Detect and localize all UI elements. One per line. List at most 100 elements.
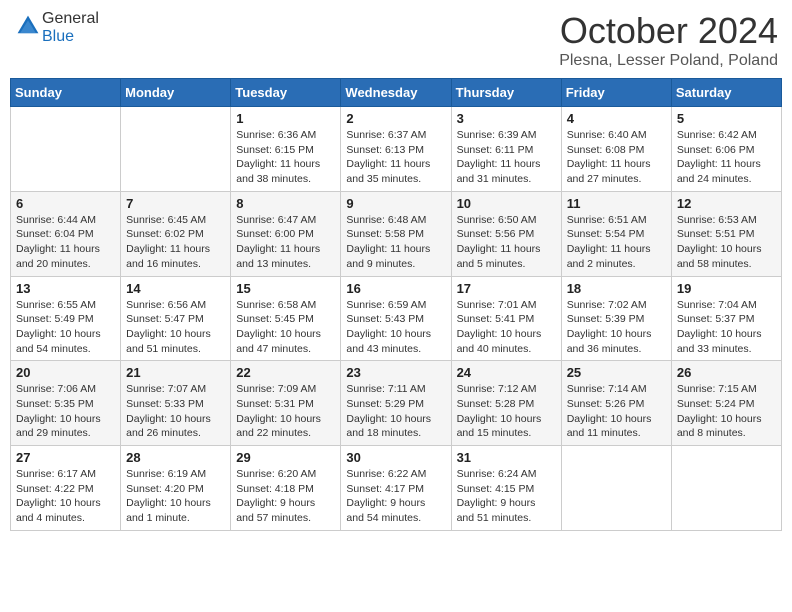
calendar-week-row: 27 Sunrise: 6:17 AMSunset: 4:22 PMDayligh… bbox=[11, 446, 782, 531]
calendar-cell: 14Sunrise: 6:56 AMSunset: 5:47 PMDayligh… bbox=[121, 276, 231, 361]
day-number: 20 bbox=[16, 365, 115, 380]
calendar-week-row: 20 Sunrise: 7:06 AMSunset: 5:35 PMDayligh… bbox=[11, 361, 782, 446]
calendar-cell: 31 Sunrise: 6:24 AMSunset: 4:15 PMDayligh… bbox=[451, 446, 561, 531]
day-info: Sunrise: 7:09 AMSunset: 5:31 PMDaylight:… bbox=[236, 382, 335, 441]
day-of-week-header: Friday bbox=[561, 79, 671, 107]
calendar-cell: 26 Sunrise: 7:15 AMSunset: 5:24 PMDayligh… bbox=[671, 361, 781, 446]
day-of-week-header: Wednesday bbox=[341, 79, 451, 107]
day-info: Sunrise: 7:06 AMSunset: 5:35 PMDaylight:… bbox=[16, 382, 115, 441]
calendar-cell: 2 Sunrise: 6:37 AMSunset: 6:13 PMDaylight… bbox=[341, 107, 451, 192]
day-number: 27 bbox=[16, 450, 115, 465]
calendar-cell: 4 Sunrise: 6:40 AMSunset: 6:08 PMDaylight… bbox=[561, 107, 671, 192]
calendar-cell: 28Sunrise: 6:19 AMSunset: 4:20 PMDayligh… bbox=[121, 446, 231, 531]
day-number: 14 bbox=[126, 281, 225, 296]
day-info: Sunrise: 6:39 AMSunset: 6:11 PMDaylight:… bbox=[457, 128, 556, 187]
calendar-cell: 13 Sunrise: 6:55 AMSunset: 5:49 PMDayligh… bbox=[11, 276, 121, 361]
day-info: Sunrise: 7:01 AMSunset: 5:41 PMDaylight:… bbox=[457, 298, 556, 357]
calendar-cell: 11 Sunrise: 6:51 AMSunset: 5:54 PMDayligh… bbox=[561, 191, 671, 276]
day-info: Sunrise: 7:04 AMSunset: 5:37 PMDaylight:… bbox=[677, 298, 776, 357]
day-number: 5 bbox=[677, 111, 776, 126]
logo: General Blue bbox=[14, 10, 99, 46]
calendar-cell: 25 Sunrise: 7:14 AMSunset: 5:26 PMDayligh… bbox=[561, 361, 671, 446]
calendar-cell: 20 Sunrise: 7:06 AMSunset: 5:35 PMDayligh… bbox=[11, 361, 121, 446]
day-info: Sunrise: 7:15 AMSunset: 5:24 PMDaylight:… bbox=[677, 382, 776, 441]
day-number: 13 bbox=[16, 281, 115, 296]
day-info: Sunrise: 7:12 AMSunset: 5:28 PMDaylight:… bbox=[457, 382, 556, 441]
day-number: 31 bbox=[457, 450, 556, 465]
day-info: Sunrise: 6:40 AMSunset: 6:08 PMDaylight:… bbox=[567, 128, 666, 187]
day-info: Sunrise: 6:37 AMSunset: 6:13 PMDaylight:… bbox=[346, 128, 445, 187]
calendar-cell: 16 Sunrise: 6:59 AMSunset: 5:43 PMDayligh… bbox=[341, 276, 451, 361]
calendar-cell: 7Sunrise: 6:45 AMSunset: 6:02 PMDaylight… bbox=[121, 191, 231, 276]
calendar-cell bbox=[671, 446, 781, 531]
calendar-week-row: 1 Sunrise: 6:36 AMSunset: 6:15 PMDaylight… bbox=[11, 107, 782, 192]
day-info: Sunrise: 6:20 AMSunset: 4:18 PMDaylight:… bbox=[236, 467, 335, 526]
day-info: Sunrise: 6:51 AMSunset: 5:54 PMDaylight:… bbox=[567, 213, 666, 272]
calendar-cell: 6 Sunrise: 6:44 AMSunset: 6:04 PMDaylight… bbox=[11, 191, 121, 276]
day-info: Sunrise: 6:50 AMSunset: 5:56 PMDaylight:… bbox=[457, 213, 556, 272]
day-info: Sunrise: 6:58 AMSunset: 5:45 PMDaylight:… bbox=[236, 298, 335, 357]
calendar-cell: 8 Sunrise: 6:47 AMSunset: 6:00 PMDaylight… bbox=[231, 191, 341, 276]
day-number: 23 bbox=[346, 365, 445, 380]
calendar-cell: 15 Sunrise: 6:58 AMSunset: 5:45 PMDayligh… bbox=[231, 276, 341, 361]
calendar-cell: 22 Sunrise: 7:09 AMSunset: 5:31 PMDayligh… bbox=[231, 361, 341, 446]
day-info: Sunrise: 6:47 AMSunset: 6:00 PMDaylight:… bbox=[236, 213, 335, 272]
day-info: Sunrise: 6:36 AMSunset: 6:15 PMDaylight:… bbox=[236, 128, 335, 187]
day-number: 8 bbox=[236, 196, 335, 211]
day-info: Sunrise: 6:22 AMSunset: 4:17 PMDaylight:… bbox=[346, 467, 445, 526]
calendar-cell: 30Sunrise: 6:22 AMSunset: 4:17 PMDayligh… bbox=[341, 446, 451, 531]
calendar-cell: 23 Sunrise: 7:11 AMSunset: 5:29 PMDayligh… bbox=[341, 361, 451, 446]
day-number: 2 bbox=[346, 111, 445, 126]
day-number: 6 bbox=[16, 196, 115, 211]
day-number: 26 bbox=[677, 365, 776, 380]
calendar-cell bbox=[561, 446, 671, 531]
day-number: 9 bbox=[346, 196, 445, 211]
day-of-week-header: Tuesday bbox=[231, 79, 341, 107]
calendar-week-row: 6 Sunrise: 6:44 AMSunset: 6:04 PMDaylight… bbox=[11, 191, 782, 276]
logo-text: General Blue bbox=[42, 10, 99, 46]
calendar-cell: 9 Sunrise: 6:48 AMSunset: 5:58 PMDaylight… bbox=[341, 191, 451, 276]
day-info: Sunrise: 7:07 AMSunset: 5:33 PMDaylight:… bbox=[126, 382, 225, 441]
month-title: October 2024 bbox=[559, 10, 778, 52]
day-number: 16 bbox=[346, 281, 445, 296]
calendar-cell bbox=[11, 107, 121, 192]
calendar-cell: 19Sunrise: 7:04 AMSunset: 5:37 PMDayligh… bbox=[671, 276, 781, 361]
day-info: Sunrise: 6:24 AMSunset: 4:15 PMDaylight:… bbox=[457, 467, 556, 526]
day-number: 25 bbox=[567, 365, 666, 380]
calendar-week-row: 13 Sunrise: 6:55 AMSunset: 5:49 PMDayligh… bbox=[11, 276, 782, 361]
day-info: Sunrise: 6:53 AMSunset: 5:51 PMDaylight:… bbox=[677, 213, 776, 272]
calendar-cell: 12Sunrise: 6:53 AMSunset: 5:51 PMDayligh… bbox=[671, 191, 781, 276]
day-number: 3 bbox=[457, 111, 556, 126]
day-number: 15 bbox=[236, 281, 335, 296]
day-info: Sunrise: 6:19 AMSunset: 4:20 PMDaylight:… bbox=[126, 467, 225, 526]
day-info: Sunrise: 7:02 AMSunset: 5:39 PMDaylight:… bbox=[567, 298, 666, 357]
day-info: Sunrise: 6:17 AMSunset: 4:22 PMDaylight:… bbox=[16, 467, 115, 526]
day-of-week-header: Sunday bbox=[11, 79, 121, 107]
calendar-cell: 1 Sunrise: 6:36 AMSunset: 6:15 PMDaylight… bbox=[231, 107, 341, 192]
day-info: Sunrise: 6:59 AMSunset: 5:43 PMDaylight:… bbox=[346, 298, 445, 357]
calendar-cell: 10Sunrise: 6:50 AMSunset: 5:56 PMDayligh… bbox=[451, 191, 561, 276]
day-info: Sunrise: 6:44 AMSunset: 6:04 PMDaylight:… bbox=[16, 213, 115, 272]
day-info: Sunrise: 6:55 AMSunset: 5:49 PMDaylight:… bbox=[16, 298, 115, 357]
day-number: 11 bbox=[567, 196, 666, 211]
page-header: General Blue October 2024 Plesna, Lesser… bbox=[10, 10, 782, 70]
calendar-cell bbox=[121, 107, 231, 192]
calendar-cell: 18 Sunrise: 7:02 AMSunset: 5:39 PMDayligh… bbox=[561, 276, 671, 361]
calendar-cell: 17Sunrise: 7:01 AMSunset: 5:41 PMDayligh… bbox=[451, 276, 561, 361]
day-info: Sunrise: 7:14 AMSunset: 5:26 PMDaylight:… bbox=[567, 382, 666, 441]
title-block: October 2024 Plesna, Lesser Poland, Pola… bbox=[559, 10, 778, 70]
calendar-table: SundayMondayTuesdayWednesdayThursdayFrid… bbox=[10, 78, 782, 531]
day-of-week-header: Thursday bbox=[451, 79, 561, 107]
calendar-body: 1 Sunrise: 6:36 AMSunset: 6:15 PMDaylight… bbox=[11, 107, 782, 531]
day-number: 7 bbox=[126, 196, 225, 211]
calendar-cell: 29Sunrise: 6:20 AMSunset: 4:18 PMDayligh… bbox=[231, 446, 341, 531]
day-number: 22 bbox=[236, 365, 335, 380]
day-number: 24 bbox=[457, 365, 556, 380]
day-info: Sunrise: 6:48 AMSunset: 5:58 PMDaylight:… bbox=[346, 213, 445, 272]
day-number: 1 bbox=[236, 111, 335, 126]
location: Plesna, Lesser Poland, Poland bbox=[559, 52, 778, 70]
day-number: 18 bbox=[567, 281, 666, 296]
day-info: Sunrise: 7:11 AMSunset: 5:29 PMDaylight:… bbox=[346, 382, 445, 441]
day-number: 4 bbox=[567, 111, 666, 126]
calendar-cell: 27 Sunrise: 6:17 AMSunset: 4:22 PMDayligh… bbox=[11, 446, 121, 531]
